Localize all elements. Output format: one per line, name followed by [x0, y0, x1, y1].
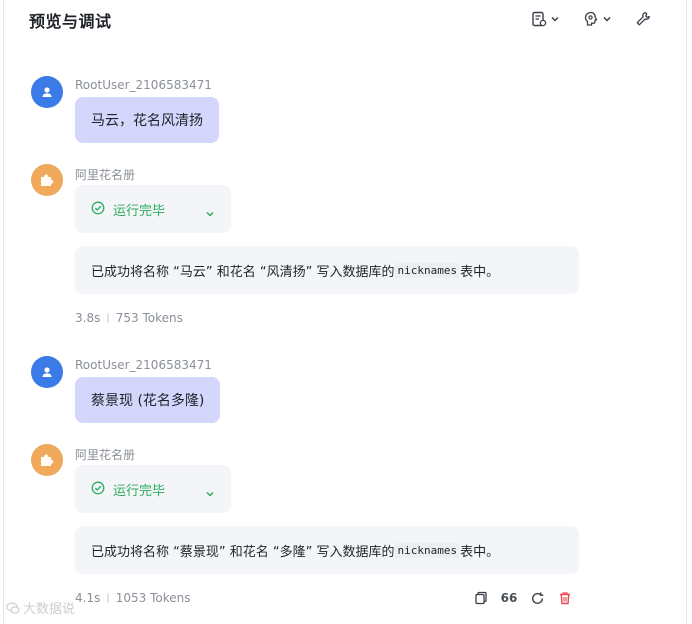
document-settings-dropdown[interactable]	[531, 8, 560, 30]
answer-code: nicknames	[395, 262, 460, 278]
meta-divider: |	[106, 312, 110, 324]
run-status-toggle[interactable]: 运行完毕	[75, 465, 231, 513]
bot-name: 阿里花名册	[75, 448, 136, 462]
chevron-down-icon	[205, 204, 215, 223]
delete-button[interactable]	[554, 588, 576, 608]
user-message-bubble: 马云，花名风清扬	[75, 97, 219, 143]
chevron-down-icon	[602, 14, 612, 24]
sender-name: RootUser_2106583471	[75, 78, 212, 92]
run-status-toggle[interactable]: 运行完毕	[75, 185, 231, 233]
copy-icon	[475, 591, 487, 605]
response-time: 3.8s	[75, 311, 101, 325]
trash-icon	[560, 592, 570, 605]
answer-text-end: 表中。	[460, 264, 500, 280]
bot-answer-bubble: 已成功将名称 “马云” 和花名 “风清扬” 写入数据库的 nicknames 表…	[75, 246, 579, 294]
page-title: 预览与调试	[29, 12, 112, 31]
avatar	[31, 356, 63, 388]
check-circle-icon	[91, 480, 105, 499]
quote-button[interactable]: 66	[498, 588, 520, 608]
chevron-down-icon	[205, 484, 215, 503]
chevron-down-icon	[550, 14, 560, 24]
bot-answer-bubble: 已成功将名称 “蔡景现” 和花名 “多隆” 写入数据库的 nicknames 表…	[75, 526, 579, 574]
brain-icon	[583, 11, 599, 27]
preview-debug-panel: 预览与调试 RootUser_2106583471 马云，花名风清扬 阿里花名册…	[3, 0, 687, 624]
answer-meta: 3.8s | 753 Tokens	[75, 311, 183, 325]
model-settings-dropdown[interactable]	[583, 8, 612, 30]
response-time: 4.1s	[75, 591, 101, 605]
bot-avatar	[31, 164, 63, 196]
answer-text: 已成功将名称 “马云” 和花名 “风清扬” 写入数据库的	[91, 264, 395, 280]
avatar	[31, 76, 63, 108]
puzzle-icon	[41, 454, 54, 466]
token-count: 753 Tokens	[115, 311, 183, 325]
meta-divider: |	[106, 592, 110, 604]
answer-meta: 4.1s | 1053 Tokens	[75, 591, 190, 605]
watermark: 大数据说	[6, 598, 75, 617]
copy-button[interactable]	[470, 588, 492, 608]
refresh-icon	[531, 592, 543, 604]
bot-name: 阿里花名册	[75, 168, 136, 182]
bot-avatar	[31, 444, 63, 476]
watermark-text: 大数据说	[23, 602, 76, 617]
answer-text-end: 表中。	[460, 544, 500, 560]
wrench-icon	[635, 11, 651, 27]
token-count: 1053 Tokens	[115, 591, 191, 605]
document-settings-icon	[531, 11, 547, 27]
user-icon	[42, 87, 52, 97]
panel-header: 预览与调试	[4, 0, 686, 40]
user-message-bubble: 蔡景现 (花名多隆)	[75, 377, 221, 423]
regenerate-button[interactable]	[526, 588, 548, 608]
user-icon	[42, 367, 52, 377]
debug-tools-button[interactable]	[635, 8, 651, 30]
run-status-label: 运行完毕	[113, 203, 166, 219]
wechat-icon	[6, 601, 20, 614]
answer-code: nicknames	[395, 542, 460, 558]
run-status-label: 运行完毕	[113, 483, 166, 499]
message-actions: 66	[470, 588, 576, 608]
puzzle-icon	[41, 174, 54, 186]
check-circle-icon	[91, 200, 105, 219]
sender-name: RootUser_2106583471	[75, 358, 212, 372]
answer-text: 已成功将名称 “蔡景现” 和花名 “多隆” 写入数据库的	[91, 544, 395, 560]
